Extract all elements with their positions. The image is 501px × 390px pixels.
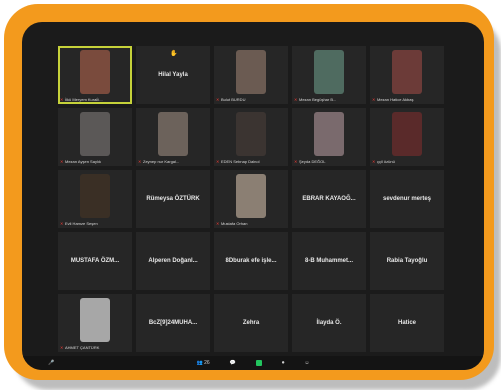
muted-mic-icon: ✕ bbox=[294, 97, 298, 102]
participant-label: ✕ Bulut BURDU bbox=[216, 97, 246, 102]
participant-label: ✕ Mezan Ayşen Saylık bbox=[60, 159, 101, 164]
participant-video bbox=[392, 112, 422, 156]
participant-video bbox=[236, 50, 266, 94]
meeting-screen: ✕ İlkü Meryem Kuralİi... ✋ Hilal Yayla ✕ B… bbox=[22, 22, 484, 370]
participant-tile[interactable]: 8Dburak efe işle... bbox=[214, 232, 288, 290]
participant-name: BcZ[9]24MUHA... bbox=[148, 320, 198, 326]
participant-tile[interactable]: ✕ Bulut BURDU bbox=[214, 46, 288, 104]
muted-mic-icon: ✕ bbox=[60, 97, 64, 102]
participant-name: Zehra bbox=[242, 320, 260, 326]
participant-video bbox=[314, 112, 344, 156]
muted-mic-icon: ✕ bbox=[216, 97, 220, 102]
participant-label: ✕ Mustafa Orhan bbox=[216, 221, 248, 226]
participant-tile[interactable]: ✕ Evli Hamze Seşen bbox=[58, 170, 132, 228]
muted-mic-icon: ✕ bbox=[138, 159, 142, 164]
participant-name: 8-B Muhammet... bbox=[304, 258, 353, 264]
participant-tile[interactable]: Hatice bbox=[370, 294, 444, 352]
participant-tile[interactable]: Rabia Tayoğlu bbox=[370, 232, 444, 290]
participant-name: Alperen Doğanl... bbox=[148, 258, 198, 264]
participant-video bbox=[392, 50, 422, 94]
participant-tile[interactable]: ✕ Mezan Hatice Akbaş bbox=[370, 46, 444, 104]
participant-name: MUSTAFA ÖZM... bbox=[70, 258, 120, 264]
participant-video bbox=[80, 50, 110, 94]
participant-tile[interactable]: ✋ Hilal Yayla bbox=[136, 46, 210, 104]
participant-video bbox=[314, 50, 344, 94]
participant-label: ✕ ççil özünü bbox=[372, 159, 395, 164]
meeting-toolbar: 🎤 👥 26 💬 ⏺ ☺ bbox=[22, 356, 484, 370]
participant-video bbox=[80, 112, 110, 156]
participant-video bbox=[236, 112, 266, 156]
participant-label: ✕ Zeynep nur Kargal... bbox=[138, 159, 180, 164]
muted-mic-icon: ✕ bbox=[372, 97, 376, 102]
participant-name: Hilal Yayla bbox=[158, 72, 188, 78]
participant-tile[interactable]: MUSTAFA ÖZM... bbox=[58, 232, 132, 290]
participant-tile[interactable]: ✕ EDEN Sebnap Dalnol bbox=[214, 108, 288, 166]
participant-tile[interactable]: ✕ AHMET ÇANTÜRK bbox=[58, 294, 132, 352]
participant-tile[interactable]: BcZ[9]24MUHA... bbox=[136, 294, 210, 352]
participant-tile[interactable]: ✕ ççil özünü bbox=[370, 108, 444, 166]
muted-mic-icon: ✕ bbox=[60, 159, 64, 164]
participant-label: ✕ İlkü Meryem Kuralİi... bbox=[60, 97, 103, 102]
participant-tile[interactable]: EBRAR KAYAOĞ... bbox=[292, 170, 366, 228]
participant-name: Hatice bbox=[397, 320, 416, 326]
participant-tile[interactable]: ✕ Şeyda DEĞOL bbox=[292, 108, 366, 166]
mute-icon[interactable]: 🎤 bbox=[48, 360, 54, 366]
participant-tile[interactable]: 8-B Muhammet... bbox=[292, 232, 366, 290]
participant-name: İlayda Ö. bbox=[316, 320, 342, 326]
participant-name: Rümeysa ÖZTÜRK bbox=[146, 196, 200, 202]
muted-mic-icon: ✕ bbox=[294, 159, 298, 164]
participant-tile[interactable]: ✕ Mezan Ayşen Saylık bbox=[58, 108, 132, 166]
participant-label: ✕ AHMET ÇANTÜRK bbox=[60, 345, 100, 350]
reactions-icon[interactable]: ☺ bbox=[304, 360, 309, 366]
participant-video bbox=[158, 112, 188, 156]
participants-count: 26 bbox=[204, 360, 210, 366]
share-screen-icon[interactable] bbox=[255, 360, 262, 366]
orange-frame: ✕ İlkü Meryem Kuralİi... ✋ Hilal Yayla ✕ B… bbox=[4, 4, 494, 380]
participant-video bbox=[80, 174, 110, 218]
participants-icon[interactable]: 👥 26 bbox=[196, 360, 209, 366]
muted-mic-icon: ✕ bbox=[372, 159, 376, 164]
record-icon[interactable]: ⏺ bbox=[282, 360, 285, 366]
participant-name: EBRAR KAYAOĞ... bbox=[302, 196, 356, 202]
participant-grid: ✕ İlkü Meryem Kuralİi... ✋ Hilal Yayla ✕ B… bbox=[58, 46, 448, 356]
participant-tile[interactable]: Rümeysa ÖZTÜRK bbox=[136, 170, 210, 228]
muted-mic-icon: ✕ bbox=[216, 159, 220, 164]
muted-mic-icon: ✕ bbox=[216, 221, 220, 226]
chat-icon[interactable]: 💬 bbox=[230, 360, 236, 366]
participant-tile[interactable]: ✕ Mezan Begüşhar B... bbox=[292, 46, 366, 104]
participant-name: Rabia Tayoğlu bbox=[386, 258, 428, 264]
participant-tile[interactable]: ✕ Mustafa Orhan bbox=[214, 170, 288, 228]
participant-name: sevdenur merteş bbox=[382, 196, 432, 202]
muted-mic-icon: ✕ bbox=[60, 345, 64, 350]
participant-tile[interactable]: Alperen Doğanl... bbox=[136, 232, 210, 290]
participant-video bbox=[236, 174, 266, 218]
participant-tile[interactable]: sevdenur merteş bbox=[370, 170, 444, 228]
participant-name: 8Dburak efe işle... bbox=[225, 258, 277, 264]
participant-tile[interactable]: İlayda Ö. bbox=[292, 294, 366, 352]
participant-label: ✕ EDEN Sebnap Dalnol bbox=[216, 159, 260, 164]
participant-tile[interactable]: ✕ İlkü Meryem Kuralİi... bbox=[58, 46, 132, 104]
muted-mic-icon: ✕ bbox=[60, 221, 64, 226]
raised-hand-icon: ✋ bbox=[170, 51, 178, 57]
participant-label: ✕ Mezan Hatice Akbaş bbox=[372, 97, 414, 102]
participant-tile[interactable]: Zehra bbox=[214, 294, 288, 352]
participant-label: ✕ Mezan Begüşhar B... bbox=[294, 97, 337, 102]
participant-label: ✕ Şeyda DEĞOL bbox=[294, 159, 326, 164]
participant-label: ✕ Evli Hamze Seşen bbox=[60, 221, 98, 226]
participant-video bbox=[80, 298, 110, 342]
participant-tile[interactable]: ✕ Zeynep nur Kargal... bbox=[136, 108, 210, 166]
